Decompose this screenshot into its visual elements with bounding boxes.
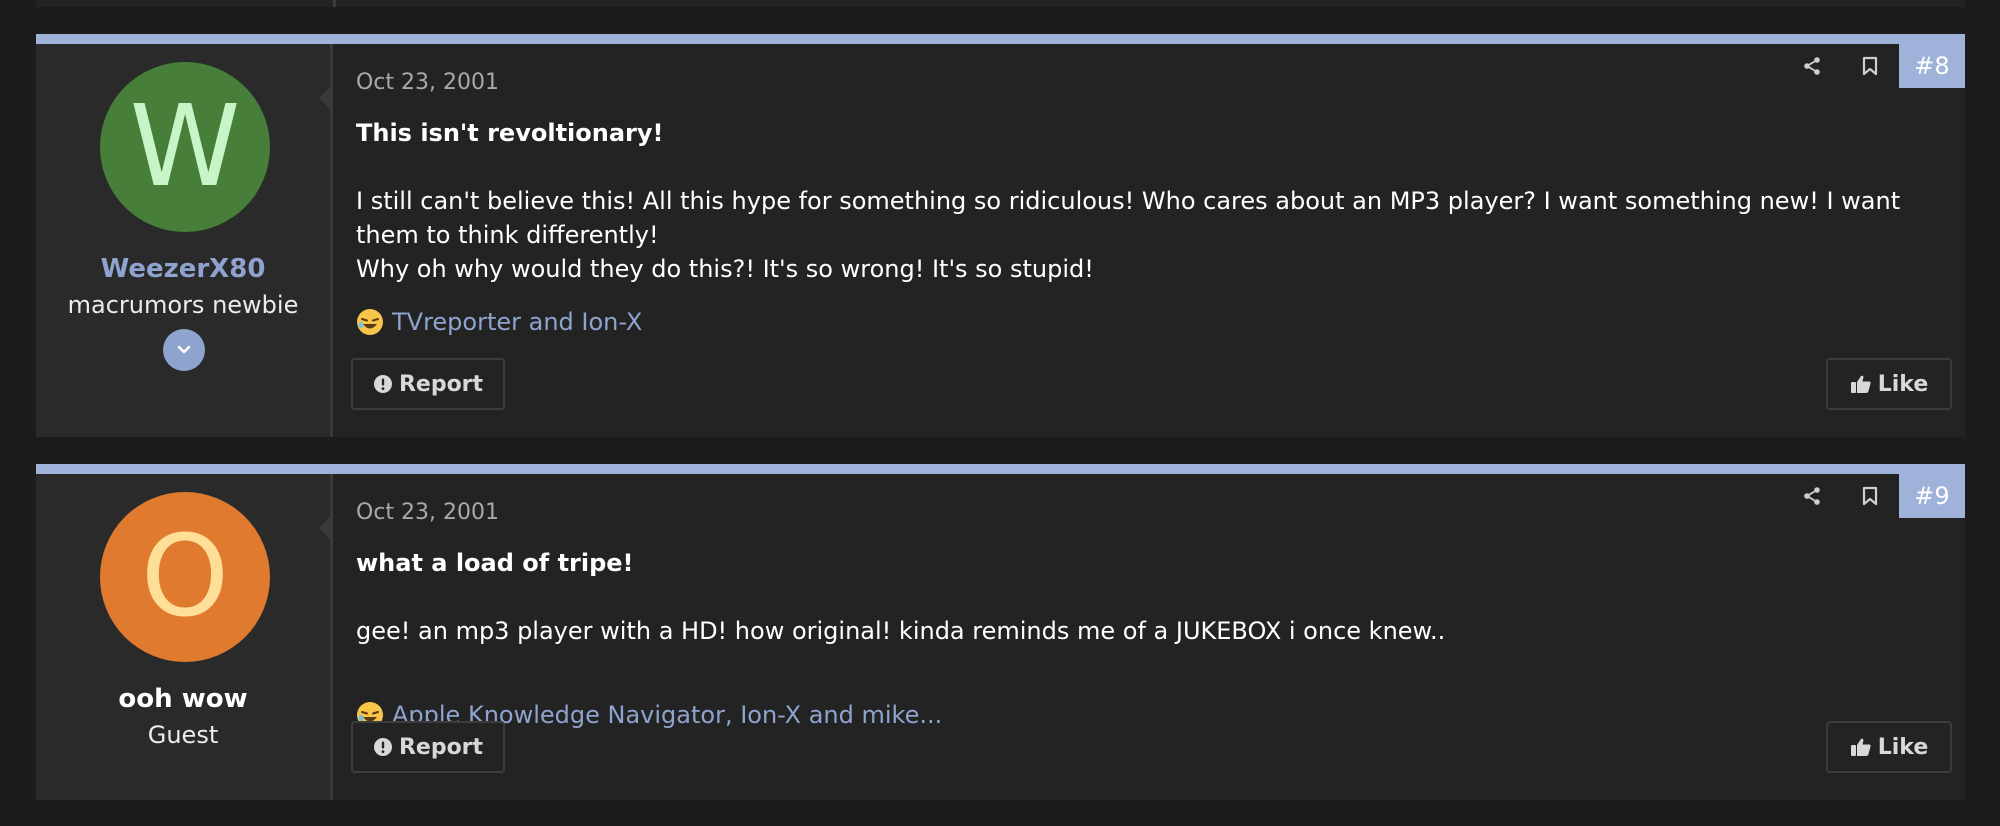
post-tools: #9 [1783, 474, 1965, 518]
user-cell: O ooh wow Guest [36, 474, 333, 800]
chevron-down-icon [177, 345, 191, 354]
avatar[interactable]: O [100, 492, 270, 662]
like-button[interactable]: Like [1826, 358, 1952, 410]
post-body: This isn't revoltionary! I still can't b… [356, 116, 1925, 286]
post-paragraph: gee! an mp3 player with a HD! how origin… [356, 617, 1446, 645]
post-date[interactable]: Oct 23, 2001 [356, 70, 499, 95]
alert-icon [373, 374, 393, 394]
expand-user-info-button[interactable] [163, 329, 205, 371]
post-body: what a load of tripe! gee! an mp3 player… [356, 546, 1925, 648]
post-main: Oct 23, 2001 #9 what a load of tripe! ge… [336, 474, 1965, 800]
post-number-link[interactable]: #8 [1899, 44, 1965, 88]
share-button[interactable] [1783, 474, 1841, 518]
bookmark-button[interactable] [1841, 44, 1899, 88]
post-8: W WeezerX80 macrumors newbie Oct 23, 200… [36, 34, 1965, 437]
previous-post-tail [36, 0, 1965, 7]
like-button[interactable]: Like [1826, 721, 1952, 773]
post-9: O ooh wow Guest Oct 23, 2001 #9 what a l… [36, 464, 1965, 800]
thumbs-up-icon [1850, 374, 1872, 394]
avatar[interactable]: W [100, 62, 270, 232]
reaction-users-link[interactable]: TVreporter and Ion-X [392, 308, 642, 336]
report-label: Report [398, 734, 484, 760]
user-cell-arrow [319, 514, 333, 542]
report-label: Report [398, 371, 484, 397]
post-date[interactable]: Oct 23, 2001 [356, 500, 499, 525]
post-headline: what a load of tripe! [356, 549, 634, 577]
username[interactable]: WeezerX80 [36, 254, 330, 284]
post-paragraph: Why oh why would they do this?! It's so … [356, 255, 1094, 283]
post-headline: This isn't revoltionary! [356, 119, 664, 147]
like-label: Like [1877, 734, 1929, 760]
divider [333, 0, 336, 7]
post-number-link[interactable]: #9 [1899, 474, 1965, 518]
report-button[interactable]: Report [351, 358, 505, 410]
share-icon [1804, 57, 1820, 75]
alert-icon [373, 737, 393, 757]
post-tools: #8 [1783, 44, 1965, 88]
report-button[interactable]: Report [351, 721, 505, 773]
laughing-emoji-icon [357, 309, 383, 335]
post-paragraph: I still can't believe this! All this hyp… [356, 187, 1901, 249]
reactions-bar: TVreporter and Ion-X [356, 308, 642, 336]
thumbs-up-icon [1850, 737, 1872, 757]
user-title: macrumors newbie [67, 291, 299, 319]
user-title: Guest [147, 721, 219, 749]
user-cell: W WeezerX80 macrumors newbie [36, 44, 333, 437]
share-icon [1804, 487, 1820, 505]
bookmark-button[interactable] [1841, 474, 1899, 518]
username: ooh wow [118, 684, 248, 714]
bookmark-icon [1862, 56, 1878, 76]
user-cell-arrow [319, 84, 333, 112]
share-button[interactable] [1783, 44, 1841, 88]
bookmark-icon [1862, 486, 1878, 506]
like-label: Like [1877, 371, 1929, 397]
post-main: Oct 23, 2001 #8 This isn't revoltionary! [336, 44, 1965, 437]
